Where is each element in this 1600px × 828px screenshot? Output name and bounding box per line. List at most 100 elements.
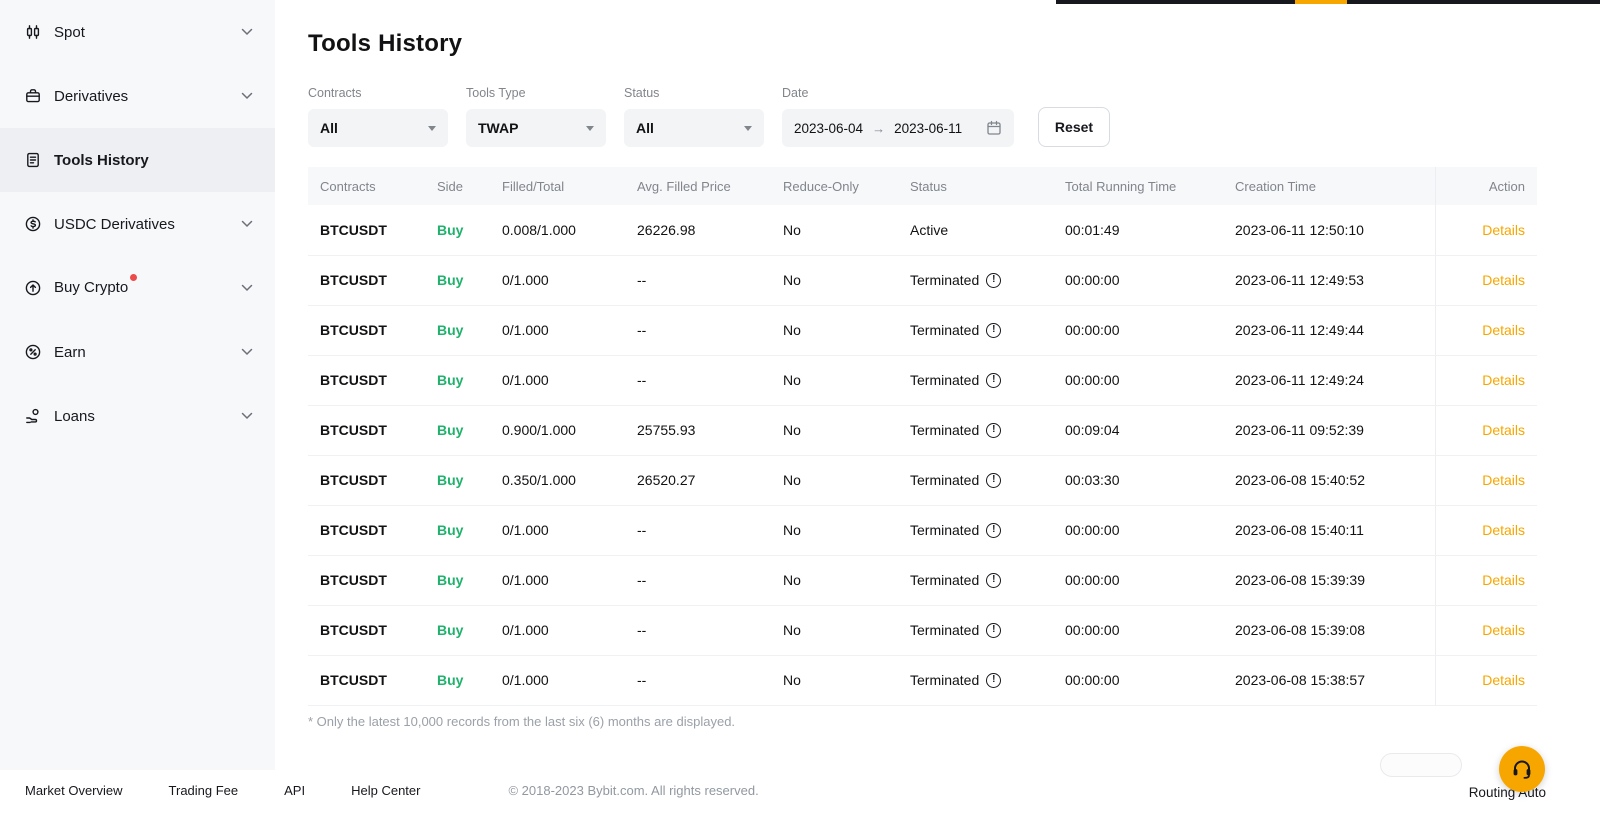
cell-status: Active ! <box>898 205 1053 255</box>
date-range-picker[interactable]: 2023-06-04 → 2023-06-11 <box>782 109 1014 147</box>
footer-link-api[interactable]: API <box>284 783 305 798</box>
cell-side: Buy <box>425 605 490 655</box>
details-link[interactable]: Details <box>1482 522 1525 538</box>
cell-avg-filled-price: -- <box>625 305 771 355</box>
details-link[interactable]: Details <box>1482 422 1525 438</box>
table-row: BTCUSDT Buy 0/1.000 -- No Terminated ! 0… <box>308 605 1537 655</box>
sidebar-item-usdc-derivatives[interactable]: USDC Derivatives <box>0 192 275 256</box>
earn-icon <box>24 343 42 361</box>
filter-status: Status All <box>624 86 764 147</box>
info-icon[interactable]: ! <box>986 623 1001 638</box>
table-row: BTCUSDT Buy 0/1.000 -- No Terminated ! 0… <box>308 305 1537 355</box>
cell-contracts: BTCUSDT <box>308 355 425 405</box>
cell-action: Details <box>1435 655 1537 705</box>
tools-type-dropdown[interactable]: TWAP <box>466 109 606 147</box>
col-creation-time: Creation Time <box>1223 167 1435 205</box>
cell-contracts: BTCUSDT <box>308 505 425 555</box>
sidebar-item-derivatives[interactable]: Derivatives <box>0 64 275 128</box>
cell-avg-filled-price: -- <box>625 555 771 605</box>
details-link[interactable]: Details <box>1482 672 1525 688</box>
sidebar-item-loans[interactable]: Loans <box>0 384 275 448</box>
cell-total-running-time: 00:03:30 <box>1053 455 1223 505</box>
info-icon[interactable]: ! <box>986 573 1001 588</box>
caret-down-icon <box>744 126 752 131</box>
cell-avg-filled-price: -- <box>625 655 771 705</box>
info-icon[interactable]: ! <box>986 323 1001 338</box>
cell-reduce-only: No <box>771 605 898 655</box>
buy-crypto-icon <box>24 279 42 297</box>
col-contracts: Contracts <box>308 167 425 205</box>
details-link[interactable]: Details <box>1482 622 1525 638</box>
status-dropdown-value: All <box>636 120 654 136</box>
cell-reduce-only: No <box>771 255 898 305</box>
sidebar-item-buy-crypto[interactable]: Buy Crypto <box>0 256 275 320</box>
info-icon[interactable]: ! <box>986 523 1001 538</box>
cell-total-running-time: 00:00:00 <box>1053 605 1223 655</box>
support-chat-button[interactable] <box>1499 746 1545 792</box>
top-accent-bar <box>1295 0 1347 4</box>
cell-reduce-only: No <box>771 205 898 255</box>
reset-button[interactable]: Reset <box>1038 107 1110 147</box>
sidebar-item-earn[interactable]: Earn <box>0 320 275 384</box>
sidebar-item-spot[interactable]: Spot <box>0 0 275 64</box>
main-content: Tools History Contracts All Tools Type T… <box>275 0 1600 770</box>
contracts-dropdown[interactable]: All <box>308 109 448 147</box>
info-icon[interactable]: ! <box>986 273 1001 288</box>
cell-status: Terminated ! <box>898 305 1053 355</box>
cell-contracts: BTCUSDT <box>308 305 425 355</box>
date-start-value: 2023-06-04 <box>794 121 863 136</box>
info-icon[interactable]: ! <box>986 473 1001 488</box>
cell-filled-total: 0/1.000 <box>490 355 625 405</box>
filter-tools-type-label: Tools Type <box>466 86 606 100</box>
cell-side: Buy <box>425 655 490 705</box>
details-link[interactable]: Details <box>1482 322 1525 338</box>
cell-avg-filled-price: 26226.98 <box>625 205 771 255</box>
details-link[interactable]: Details <box>1482 272 1525 288</box>
footer-link-market-overview[interactable]: Market Overview <box>25 783 123 798</box>
cell-reduce-only: No <box>771 505 898 555</box>
filter-status-label: Status <box>624 86 764 100</box>
details-link[interactable]: Details <box>1482 572 1525 588</box>
cell-creation-time: 2023-06-11 12:50:10 <box>1223 205 1435 255</box>
tools-type-dropdown-value: TWAP <box>478 120 518 136</box>
sidebar-item-label: Tools History <box>54 152 149 169</box>
cell-total-running-time: 00:00:00 <box>1053 355 1223 405</box>
details-link[interactable]: Details <box>1482 222 1525 238</box>
cell-status: Terminated ! <box>898 655 1053 705</box>
cell-contracts: BTCUSDT <box>308 605 425 655</box>
col-side: Side <box>425 167 490 205</box>
cell-avg-filled-price: -- <box>625 605 771 655</box>
footer-link-trading-fee[interactable]: Trading Fee <box>169 783 239 798</box>
filter-contracts: Contracts All <box>308 86 448 147</box>
sidebar-item-tools-history[interactable]: Tools History <box>0 128 275 192</box>
info-icon[interactable]: ! <box>986 373 1001 388</box>
cell-action: Details <box>1435 405 1537 455</box>
caret-down-icon <box>428 126 436 131</box>
cell-contracts: BTCUSDT <box>308 555 425 605</box>
cell-side: Buy <box>425 455 490 505</box>
cell-action: Details <box>1435 355 1537 405</box>
info-icon[interactable]: ! <box>986 673 1001 688</box>
cell-action: Details <box>1435 605 1537 655</box>
cell-filled-total: 0.900/1.000 <box>490 405 625 455</box>
usdc-coin-icon <box>24 215 42 233</box>
copyright-text: © 2018-2023 Bybit.com. All rights reserv… <box>508 783 758 798</box>
calendar-icon <box>986 120 1002 136</box>
table-row: BTCUSDT Buy 0/1.000 -- No Terminated ! 0… <box>308 255 1537 305</box>
details-link[interactable]: Details <box>1482 372 1525 388</box>
cell-action: Details <box>1435 205 1537 255</box>
notification-dot <box>130 274 137 281</box>
cell-total-running-time: 00:09:04 <box>1053 405 1223 455</box>
status-dropdown[interactable]: All <box>624 109 764 147</box>
table-row: BTCUSDT Buy 0/1.000 -- No Terminated ! 0… <box>308 505 1537 555</box>
table-body: BTCUSDT Buy 0.008/1.000 26226.98 No Acti… <box>308 205 1537 705</box>
filter-date: Date 2023-06-04 → 2023-06-11 <box>782 86 1014 147</box>
cell-action: Details <box>1435 505 1537 555</box>
details-link[interactable]: Details <box>1482 472 1525 488</box>
contracts-dropdown-value: All <box>320 120 338 136</box>
cell-status: Terminated ! <box>898 505 1053 555</box>
info-icon[interactable]: ! <box>986 423 1001 438</box>
floating-pill-button[interactable] <box>1380 753 1462 777</box>
footer-link-help-center[interactable]: Help Center <box>351 783 420 798</box>
cell-reduce-only: No <box>771 655 898 705</box>
